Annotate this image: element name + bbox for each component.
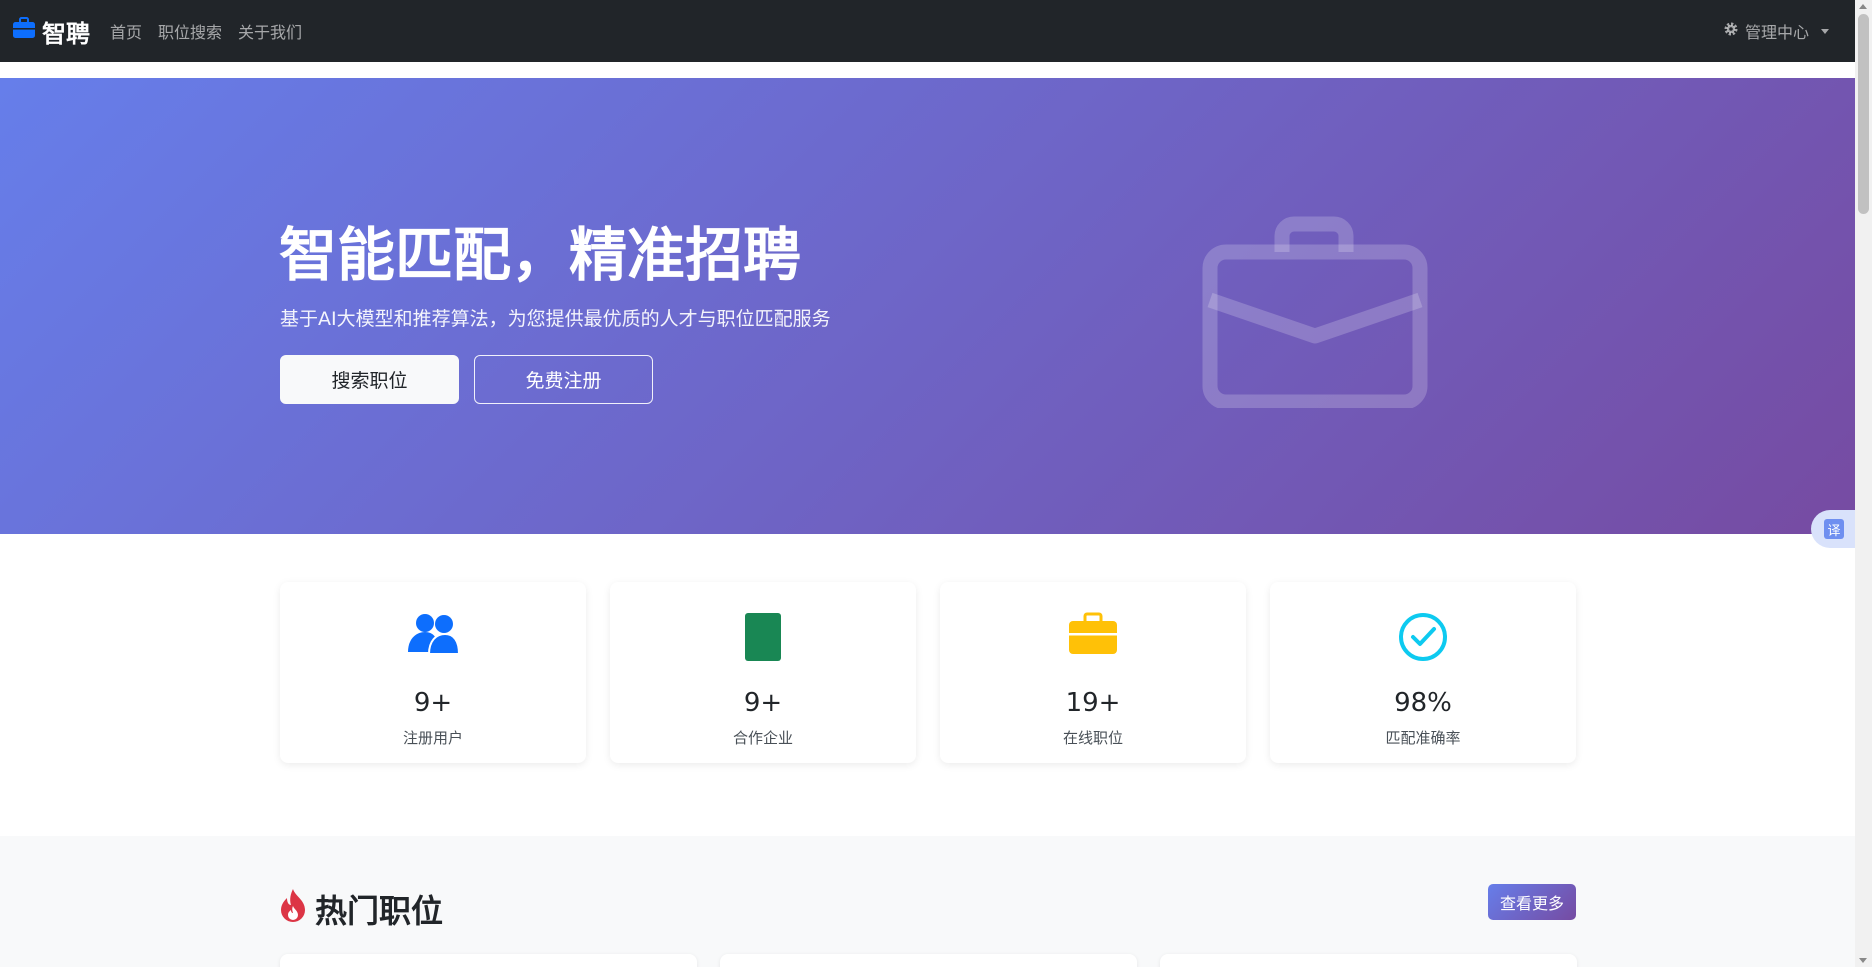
stat-label: 在线职位 (1062, 729, 1123, 747)
nav-link-about[interactable]: 关于我们 (238, 19, 302, 43)
translate-icon: 译 (1824, 519, 1844, 539)
scroll-up-icon[interactable] (1859, 4, 1867, 9)
stat-value: 98% (1394, 688, 1452, 718)
building-icon (610, 612, 916, 664)
fire-icon (279, 888, 307, 930)
brand-name: 智聘 (42, 19, 90, 48)
nav-link-home[interactable]: 首页 (110, 19, 142, 43)
translate-button[interactable]: 译 (1811, 510, 1857, 548)
nav-link-job-search[interactable]: 职位搜索 (158, 19, 222, 43)
view-more-button[interactable]: 查看更多 (1488, 884, 1576, 920)
stat-label: 合作企业 (732, 729, 793, 747)
briefcase-icon (940, 612, 1246, 664)
stat-card-users: 9+ 注册用户 (280, 582, 586, 763)
gear-icon (1723, 21, 1739, 41)
admin-label: 管理中心 (1744, 23, 1809, 42)
stat-value: 9+ (413, 688, 453, 718)
search-jobs-button[interactable]: 搜索职位 (280, 355, 459, 404)
free-register-button[interactable]: 免费注册 (474, 355, 653, 404)
hot-jobs-heading: 热门职位 (279, 886, 443, 932)
stat-value: 9+ (743, 688, 783, 718)
page-scrollbar[interactable] (1855, 0, 1872, 967)
hero-subtitle: 基于AI大模型和推荐算法，为您提供最优质的人才与职位匹配服务 (280, 308, 831, 330)
briefcase-icon (1190, 208, 1440, 412)
stat-card-jobs: 19+ 在线职位 (940, 582, 1246, 763)
top-navbar: 智聘 首页 职位搜索 关于我们 管理中心 (0, 0, 1855, 62)
job-card[interactable] (720, 954, 1137, 967)
scroll-down-icon[interactable] (1859, 958, 1867, 963)
stat-label: 注册用户 (402, 729, 463, 747)
scrollbar-thumb[interactable] (1858, 14, 1869, 214)
hot-jobs-title: 热门职位 (315, 892, 444, 930)
hero-banner: 智能匹配，精准招聘 基于AI大模型和推荐算法，为您提供最优质的人才与职位匹配服务… (0, 78, 1855, 534)
stat-label: 匹配准确率 (1385, 729, 1461, 747)
brand-link[interactable]: 智聘 (12, 14, 90, 49)
briefcase-icon (12, 17, 36, 45)
people-icon (280, 612, 586, 664)
job-card[interactable] (1160, 954, 1577, 967)
page: 智聘 首页 职位搜索 关于我们 管理中心 智能匹配，精准招聘 基于AI大模型和推… (0, 0, 1872, 967)
job-card[interactable] (280, 954, 697, 967)
chevron-down-icon (1821, 28, 1829, 34)
check-circle-icon (1270, 612, 1576, 664)
stat-card-accuracy: 98% 匹配准确率 (1270, 582, 1576, 763)
stat-value: 19+ (1065, 688, 1121, 718)
hot-jobs-section: 热门职位 查看更多 (0, 836, 1855, 967)
hero-title: 智能匹配，精准招聘 (279, 221, 802, 289)
stat-card-companies: 9+ 合作企业 (610, 582, 916, 763)
admin-dropdown[interactable]: 管理中心 (1723, 19, 1843, 43)
